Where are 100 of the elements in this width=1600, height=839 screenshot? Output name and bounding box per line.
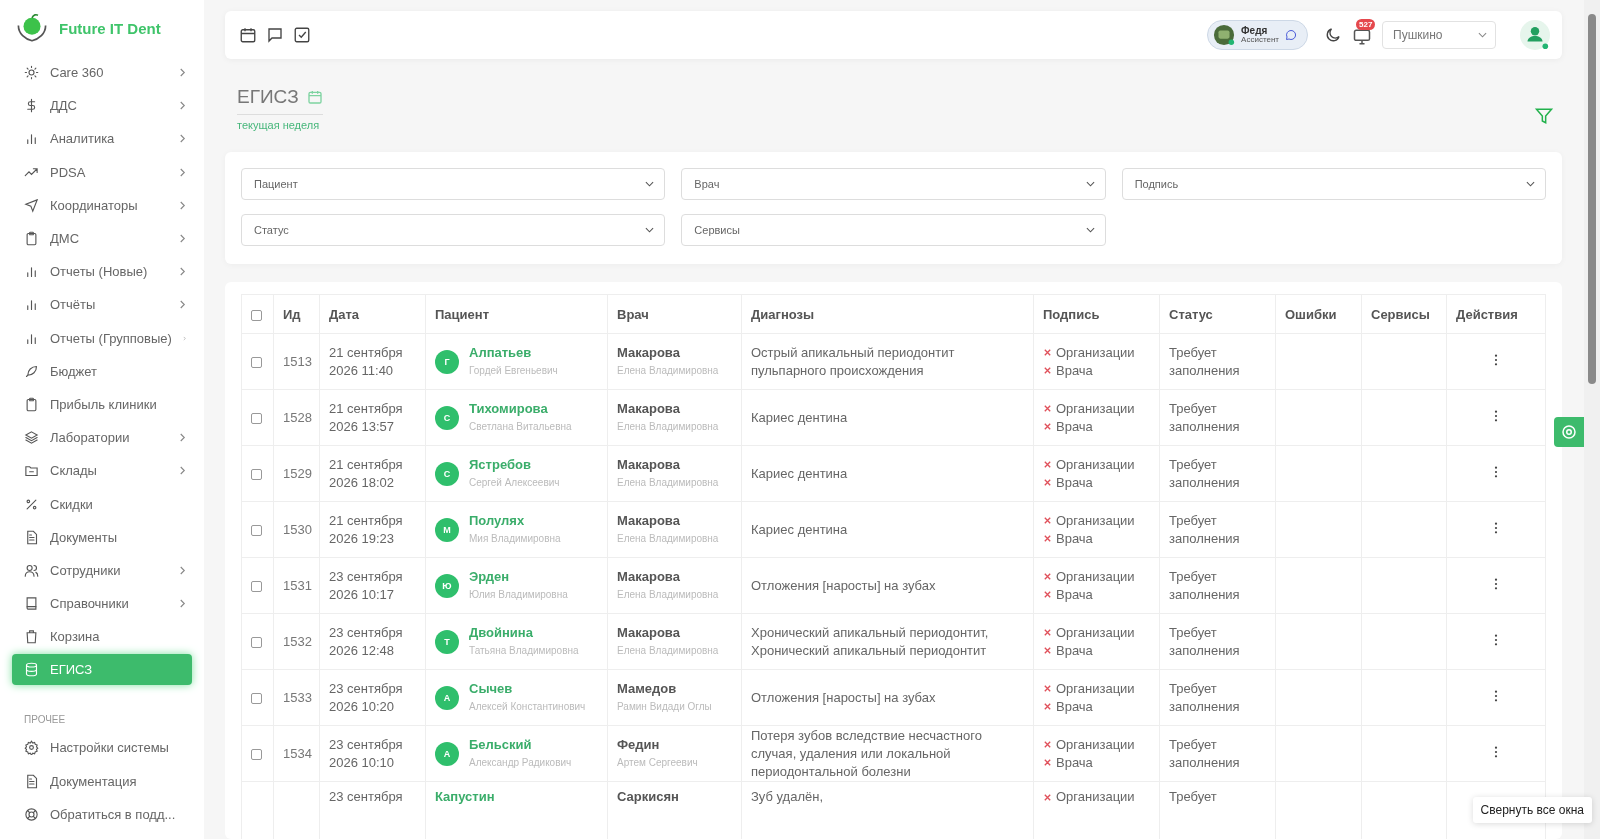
row-checkbox[interactable] (251, 749, 262, 761)
patient-full-name: Мия Владимировна (469, 531, 561, 546)
cross-icon (1043, 758, 1052, 767)
status-cell-text: Требует заполнения (1169, 511, 1241, 548)
filter-select[interactable]: Врач (681, 168, 1106, 200)
chevron-down-icon (1085, 227, 1095, 233)
row-checkbox[interactable] (251, 581, 262, 593)
user-avatar-icon[interactable] (1520, 20, 1550, 50)
sidebar-item[interactable]: Скидки (12, 487, 192, 521)
more-icon[interactable] (1494, 578, 1498, 590)
filter-select[interactable]: Сервисы (681, 214, 1106, 246)
diagnosis-cell-text: Отложения [наросты] на зубах (751, 688, 937, 707)
settings-button[interactable] (1554, 417, 1584, 447)
row-checkbox[interactable] (251, 357, 262, 369)
row-checkbox[interactable] (251, 637, 262, 649)
signature-label: Организации (1056, 511, 1135, 530)
more-icon[interactable] (1494, 746, 1498, 758)
chat-icon[interactable] (266, 26, 284, 44)
date-cell-text: 21 сентября 2026 11:40 (329, 343, 404, 380)
table-cell: 1530 (283, 522, 312, 537)
cross-icon (1043, 516, 1052, 525)
signature-label: Организации (1056, 567, 1135, 586)
section-label: ПРОЧЕЕ (23, 713, 67, 728)
date-cell-text: 23 сентября 2026 12:48 (329, 623, 404, 660)
status-cell-text: Требует заполнения (1169, 735, 1241, 772)
column-header[interactable]: Подпись (1043, 306, 1100, 322)
more-icon[interactable] (1494, 410, 1498, 422)
book-icon (24, 596, 39, 612)
calendar-icon[interactable] (239, 26, 257, 44)
assistant-chip[interactable]: Федя Ассистент (1207, 20, 1308, 50)
table-cell: 1534 (283, 746, 312, 761)
more-icon[interactable] (1494, 466, 1498, 478)
date-cell-text: 21 сентября 2026 19:23 (329, 511, 404, 548)
sidebar-item[interactable]: Обратиться в подд... (12, 797, 192, 831)
cross-icon (1043, 460, 1052, 469)
cross-icon (1043, 572, 1052, 581)
date-cell-text: 21 сентября 2026 18:02 (329, 455, 404, 492)
sidebar-item[interactable]: Care 360 (12, 56, 192, 90)
sidebar-item[interactable]: PDSA (12, 155, 192, 189)
checkbox-icon[interactable] (293, 26, 311, 44)
status-cell-text: Требует (1169, 788, 1218, 806)
more-icon[interactable] (1494, 522, 1498, 534)
sidebar-item[interactable]: Склады (12, 454, 192, 488)
chevron-icon (179, 134, 186, 144)
status-cell-text: Требует заполнения (1169, 623, 1241, 660)
sidebar-item[interactable]: Координаторы (12, 188, 192, 222)
table-cell: 1529 (283, 466, 312, 481)
doctor-full-name: Артем Сергеевич (617, 755, 699, 770)
sidebar-item[interactable]: ДМС (12, 221, 192, 256)
filter-select[interactable]: Пациент (241, 168, 666, 200)
sidebar-item[interactable]: Лаборатории (12, 421, 192, 455)
table-cell: 1531 (283, 578, 312, 593)
row-checkbox[interactable] (251, 693, 262, 705)
sidebar-item[interactable]: Аналитика (12, 122, 192, 156)
settings-icon (1560, 423, 1578, 441)
sidebar-item[interactable]: Настройки системы (12, 731, 192, 765)
initial-avatar: А (435, 685, 459, 710)
sidebar-item[interactable]: Документация (12, 764, 192, 798)
more-icon[interactable] (1494, 690, 1498, 702)
sidebar-item[interactable]: Бюджет (12, 354, 192, 388)
select-all-checkbox[interactable] (251, 309, 262, 321)
row-checkbox[interactable] (251, 413, 262, 425)
initial-avatar: А (435, 741, 459, 766)
sidebar-item[interactable]: Справочники (12, 587, 192, 621)
moon-icon[interactable] (1324, 26, 1342, 44)
column-header[interactable]: Врач (617, 306, 649, 322)
column-header[interactable]: Дата (329, 306, 360, 322)
sidebar-item[interactable]: Сотрудники (12, 553, 192, 587)
monitor-icon[interactable] (1352, 27, 1372, 47)
chevron-down-icon (645, 227, 655, 233)
column-header[interactable]: Ид (283, 306, 301, 322)
status-cell-text: Требует заполнения (1169, 455, 1241, 492)
sidebar-item[interactable]: Корзина (12, 620, 192, 654)
column-header[interactable]: Пациент (435, 306, 489, 322)
row-checkbox[interactable] (251, 525, 262, 537)
filter-select[interactable]: Подпись (1121, 168, 1546, 200)
row-checkbox[interactable] (251, 469, 262, 481)
sidebar-item[interactable]: Отчеты (Новые) (12, 255, 192, 289)
diagnosis-cell-text: Отложения [наросты] на зубах (751, 576, 937, 595)
sidebar-item[interactable]: Отчёты (12, 288, 192, 322)
more-icon[interactable] (1494, 634, 1498, 646)
column-header[interactable]: Диагнозы (751, 306, 815, 322)
sidebar-item[interactable]: Отчеты (Групповые) (12, 321, 192, 355)
scrollbar[interactable] (1584, 0, 1600, 839)
diagnosis-cell-text: Потеря зубов вследствие несчастного случая, удаления или локальной периодонтальной болезни (751, 726, 983, 781)
doctor-full-name: Рамин Видади Оглы (617, 699, 713, 714)
sidebar-item[interactable]: Документы (12, 520, 192, 554)
tooltip: Свернуть все окна (1472, 797, 1592, 823)
column-header[interactable]: Статус (1169, 306, 1213, 322)
page-title: ЕГИСЗ (237, 86, 299, 108)
filter-select[interactable]: Статус (241, 214, 666, 246)
sidebar-item[interactable]: ДДС (12, 89, 192, 123)
initial-avatar: Г (435, 349, 459, 374)
sidebar-item[interactable]: Прибыль клиники (12, 387, 192, 422)
filter-icon[interactable] (1534, 106, 1554, 126)
robot-avatar-icon (1213, 24, 1236, 46)
table-cell: 1528 (283, 410, 312, 425)
clinic-select[interactable]: Пушкино (1382, 21, 1496, 49)
more-icon[interactable] (1494, 354, 1498, 366)
diagnosis-cell-text: Зуб удалён, (751, 788, 825, 806)
